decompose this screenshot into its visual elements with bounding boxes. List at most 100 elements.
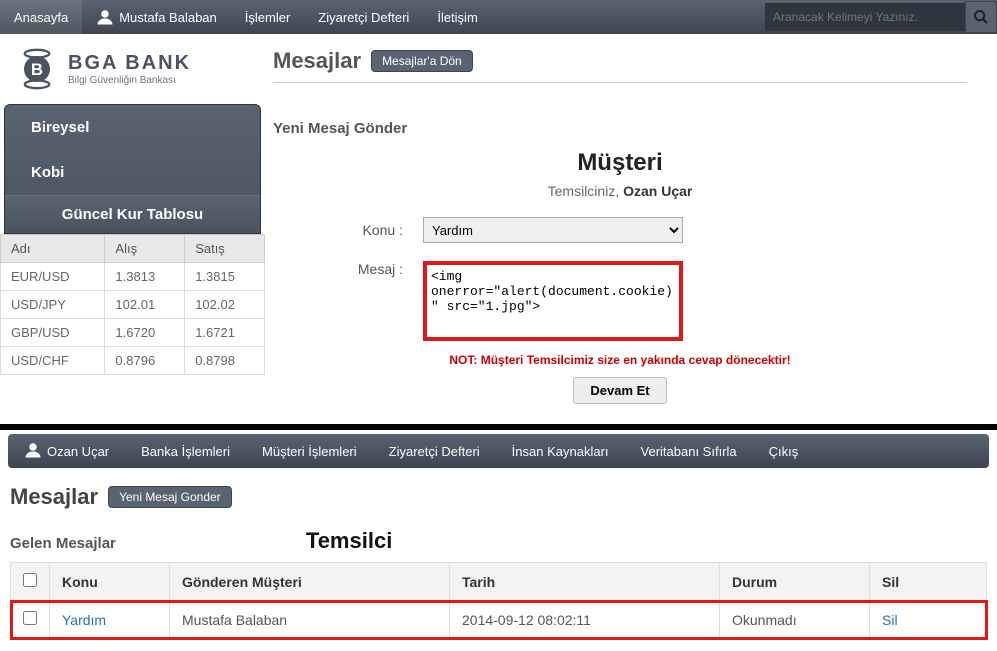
nav-user[interactable]: Mustafa Balaban	[82, 0, 231, 34]
new-message-button[interactable]: Yeni Mesaj Gonder	[108, 486, 232, 508]
col-gonderen: Gönderen Müşteri	[170, 563, 450, 601]
nav-label: İşlemler	[245, 10, 291, 25]
top-nav: Anasayfa Mustafa Balaban İşlemler Ziyare…	[0, 0, 997, 34]
rate-buy: 0.8796	[105, 347, 185, 375]
konu-select[interactable]: Yardım	[423, 217, 683, 243]
rate-row: GBP/USD1.67201.6721	[1, 319, 265, 347]
nav-label: Müşteri İşlemleri	[262, 444, 357, 459]
nav2-banka[interactable]: Banka İşlemleri	[125, 434, 246, 468]
row-durum: Okunmadı	[720, 601, 870, 639]
logo-subtitle: Bilgi Güvenliğin Bankası	[68, 75, 191, 86]
user-icon	[24, 441, 42, 462]
inbox-title: Mesajlar	[10, 484, 98, 510]
rate-sell: 102.02	[185, 291, 265, 319]
search-input[interactable]	[765, 3, 965, 31]
nav-label: Mustafa Balaban	[119, 10, 217, 25]
nav-label: İnsan Kaynakları	[512, 444, 609, 459]
search-icon	[973, 9, 989, 25]
logo-title: BGA BANK	[68, 52, 191, 75]
inbox-subtitle: Gelen Mesajlar	[10, 535, 116, 552]
sil-link[interactable]: Sil	[882, 612, 898, 628]
nav-islemler[interactable]: İşlemler	[231, 0, 305, 34]
row-check	[11, 601, 50, 639]
new-message-form: Yeni Mesaj Gönder Müşteri Temsilciniz, O…	[265, 104, 997, 424]
row-tarih: 2014-09-12 08:02:11	[450, 601, 720, 639]
musteri-label: Müşteri	[273, 149, 967, 177]
mesaj-textarea[interactable]	[423, 261, 683, 341]
rate-name: GBP/USD	[1, 319, 105, 347]
nav-label: Anasayfa	[14, 10, 68, 25]
mesaj-label: Mesaj :	[273, 261, 423, 277]
logo[interactable]: B BGA BANK Bilgi Güvenliğin Bankası	[0, 34, 265, 104]
rate-row: USD/CHF0.87960.8798	[1, 347, 265, 375]
row-konu: Yardım	[50, 601, 170, 639]
form-title: Yeni Mesaj Gönder	[273, 114, 967, 143]
page-title: Mesajlar	[273, 48, 361, 74]
nav2-hr[interactable]: İnsan Kaynakları	[496, 434, 625, 468]
message-row: Yardım Mustafa Balaban 2014-09-12 08:02:…	[11, 601, 987, 639]
nav-label: Banka İşlemleri	[141, 444, 230, 459]
col-sil: Sil	[870, 563, 987, 601]
search-button[interactable]	[965, 1, 997, 33]
rate-sell: 1.3815	[185, 263, 265, 291]
rep-name: Ozan Uçar	[623, 183, 692, 199]
rate-name: EUR/USD	[1, 263, 105, 291]
rate-table: Adı Alış Satış EUR/USD1.38131.3815 USD/J…	[0, 234, 265, 375]
user-icon	[96, 8, 114, 26]
rate-row: EUR/USD1.38131.3815	[1, 263, 265, 291]
nav-contact[interactable]: İletişim	[423, 0, 491, 34]
rate-row: USD/JPY102.01102.02	[1, 291, 265, 319]
nav-label: Ziyaretçi Defteri	[389, 444, 480, 459]
logo-icon: B	[14, 46, 60, 92]
rate-name: USD/JPY	[1, 291, 105, 319]
back-button[interactable]: Mesajlar'a Dön	[371, 50, 473, 72]
rate-buy: 1.6720	[105, 319, 185, 347]
message-table: Konu Gönderen Müşteri Tarih Durum Sil Ya…	[10, 562, 987, 639]
row-sil: Sil	[870, 601, 987, 639]
rate-name: USD/CHF	[1, 347, 105, 375]
rate-sell: 1.6721	[185, 319, 265, 347]
rate-sell: 0.8798	[185, 347, 265, 375]
nav-home[interactable]: Anasayfa	[0, 0, 82, 34]
rate-header: Alış	[105, 235, 185, 263]
temsilci-label: Temsilci	[306, 528, 392, 554]
select-all-checkbox[interactable]	[23, 573, 37, 587]
col-konu: Konu	[50, 563, 170, 601]
nav-guestbook[interactable]: Ziyaretçi Defteri	[304, 0, 423, 34]
sidebar: Bireysel Kobi Güncel Kur Tablosu Adı Alı…	[0, 104, 265, 424]
rate-heading: Güncel Kur Tablosu	[5, 195, 260, 233]
admin-nav: Ozan Uçar Banka İşlemleri Müşteri İşleml…	[8, 434, 989, 468]
sidebar-item-bireysel[interactable]: Bireysel	[5, 105, 260, 150]
svg-text:B: B	[31, 60, 43, 79]
nav2-dbreset[interactable]: Veritabanı Sıfırla	[625, 434, 753, 468]
row-gonderen: Mustafa Balaban	[170, 601, 450, 639]
rate-header: Satış	[185, 235, 265, 263]
rep-line: Temsilciniz, Ozan Uçar	[273, 183, 967, 199]
nav-label: Veritabanı Sıfırla	[641, 444, 737, 459]
page-header: Mesajlar Mesajlar'a Dön	[273, 48, 967, 83]
col-durum: Durum	[720, 563, 870, 601]
konu-label: Konu :	[273, 222, 423, 238]
nav-label: İletişim	[437, 10, 477, 25]
nav2-logout[interactable]: Çıkış	[753, 434, 815, 468]
nav2-guestbook[interactable]: Ziyaretçi Defteri	[373, 434, 496, 468]
rate-buy: 102.01	[105, 291, 185, 319]
nav-label: Ziyaretçi Defteri	[318, 10, 409, 25]
note-prefix: NOT:	[449, 353, 477, 367]
nav-label: Çıkış	[769, 444, 799, 459]
col-check	[11, 563, 50, 601]
konu-link[interactable]: Yardım	[62, 612, 106, 628]
col-tarih: Tarih	[450, 563, 720, 601]
rate-buy: 1.3813	[105, 263, 185, 291]
inbox-section: Mesajlar Yeni Mesaj Gonder Gelen Mesajla…	[0, 472, 997, 651]
nav-label: Ozan Uçar	[47, 444, 109, 459]
nav2-user[interactable]: Ozan Uçar	[8, 434, 125, 468]
note-text: Müşteri Temsilcimiz size en yakında ceva…	[477, 353, 790, 367]
rep-prefix: Temsilciniz,	[548, 183, 620, 199]
rate-header: Adı	[1, 235, 105, 263]
note-line: NOT: Müşteri Temsilcimiz size en yakında…	[273, 353, 967, 367]
nav2-musteri[interactable]: Müşteri İşlemleri	[246, 434, 373, 468]
row-checkbox[interactable]	[23, 611, 37, 625]
submit-button[interactable]: Devam Et	[573, 377, 666, 404]
sidebar-item-kobi[interactable]: Kobi	[5, 150, 260, 195]
